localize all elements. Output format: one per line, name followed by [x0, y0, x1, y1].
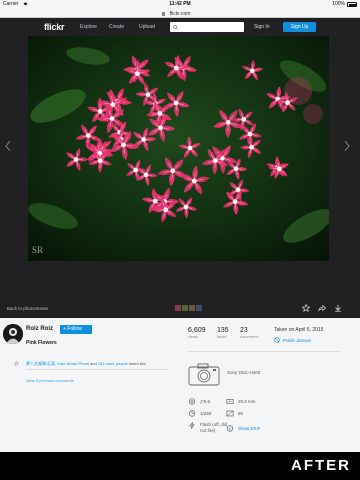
focal-length-value: 25.0 mm: [238, 399, 256, 404]
photo-watermark: SR: [32, 245, 43, 255]
thumbnail[interactable]: [182, 305, 188, 311]
pink-flowers-image: SR: [28, 36, 329, 261]
faves-suffix: faved this: [127, 361, 147, 366]
sign-in-link[interactable]: Sign In: [254, 24, 270, 30]
shutter-speed-value: 1/250: [200, 411, 212, 416]
shutter-speed-icon: [188, 410, 196, 417]
aperture-icon: [188, 398, 196, 405]
nav-create[interactable]: Create: [109, 24, 124, 30]
faved-people-links[interactable]: 夢人文娛樂/石某, Kian-Seran Photo: [26, 361, 89, 366]
photo-info-panel: Roiz Roiz + Follow Pink Flowers 夢人文娛樂/石某…: [0, 318, 360, 452]
thumbnail[interactable]: [196, 305, 202, 311]
previous-photo-arrow-icon[interactable]: [4, 140, 12, 152]
iso-value: 80: [238, 411, 244, 416]
browser-address-bar[interactable]: flickr.com: [0, 9, 360, 18]
divider: [188, 351, 340, 352]
owner-avatar[interactable]: [3, 324, 23, 344]
favorite-star-icon[interactable]: [302, 304, 310, 312]
site-header: flickr Explore Create Upload Sign In Sig…: [0, 18, 360, 36]
nav-explore[interactable]: Explore: [80, 24, 97, 30]
search-input[interactable]: [179, 23, 241, 31]
sign-up-button[interactable]: Sign Up: [283, 22, 316, 32]
main-photo[interactable]: SR: [28, 36, 329, 261]
public-domain-icon: [274, 337, 280, 343]
after-label: AFTER: [291, 457, 351, 474]
page: Carrier 11:42 PM 100% flickr.com flickr …: [0, 0, 360, 480]
iso-icon: [226, 410, 234, 417]
flash-icon: [189, 422, 195, 429]
flickr-logo[interactable]: flickr: [44, 22, 65, 32]
share-icon[interactable]: [318, 304, 326, 312]
search-box[interactable]: [170, 22, 244, 32]
faves-count: 135: [217, 327, 229, 334]
views-label: views: [188, 334, 199, 339]
back-to-photostream-link[interactable]: Back to photostream: [7, 306, 48, 311]
after-banner: AFTER: [0, 452, 360, 480]
divider: [26, 369, 168, 370]
previous-comments-link[interactable]: View 3 previous comments: [26, 378, 74, 383]
star-icon: [14, 360, 19, 366]
status-bar: Carrier 11:42 PM 100%: [0, 0, 360, 9]
thumbnail[interactable]: [189, 305, 195, 311]
taken-on-date[interactable]: Taken on April 5, 2015: [274, 327, 323, 333]
nav-upload[interactable]: Upload: [139, 24, 155, 30]
download-icon[interactable]: [334, 304, 342, 312]
faves-and-text: and: [88, 361, 98, 366]
battery-icon: [347, 2, 357, 7]
owner-name[interactable]: Roiz Roiz: [26, 326, 53, 332]
views-count: 6,609: [188, 327, 206, 334]
comments-label: comments: [240, 334, 259, 339]
thumbnail[interactable]: [175, 305, 181, 311]
aperture-value: ƒ/5.6: [200, 399, 211, 404]
license-link[interactable]: Public domain: [283, 338, 311, 343]
camera-icon: [188, 363, 220, 386]
photo-title: Pink Flowers: [26, 340, 57, 346]
comments-count: 23: [240, 327, 248, 334]
battery-percent: 100%: [332, 1, 345, 7]
url-text[interactable]: flickr.com: [0, 11, 360, 17]
show-exif-link[interactable]: Show EXIF: [238, 426, 261, 431]
follow-button[interactable]: + Follow: [60, 325, 92, 334]
clock: 11:42 PM: [169, 1, 191, 7]
focal-length-icon: [226, 399, 234, 404]
camera-model[interactable]: Sony DSC-H400: [227, 370, 260, 375]
next-photo-arrow-icon[interactable]: [343, 140, 351, 152]
exif-info-icon: [226, 425, 234, 432]
search-icon: [172, 24, 178, 30]
faves-label: faves: [217, 334, 227, 339]
more-people-link[interactable]: 133 more people: [98, 361, 128, 366]
